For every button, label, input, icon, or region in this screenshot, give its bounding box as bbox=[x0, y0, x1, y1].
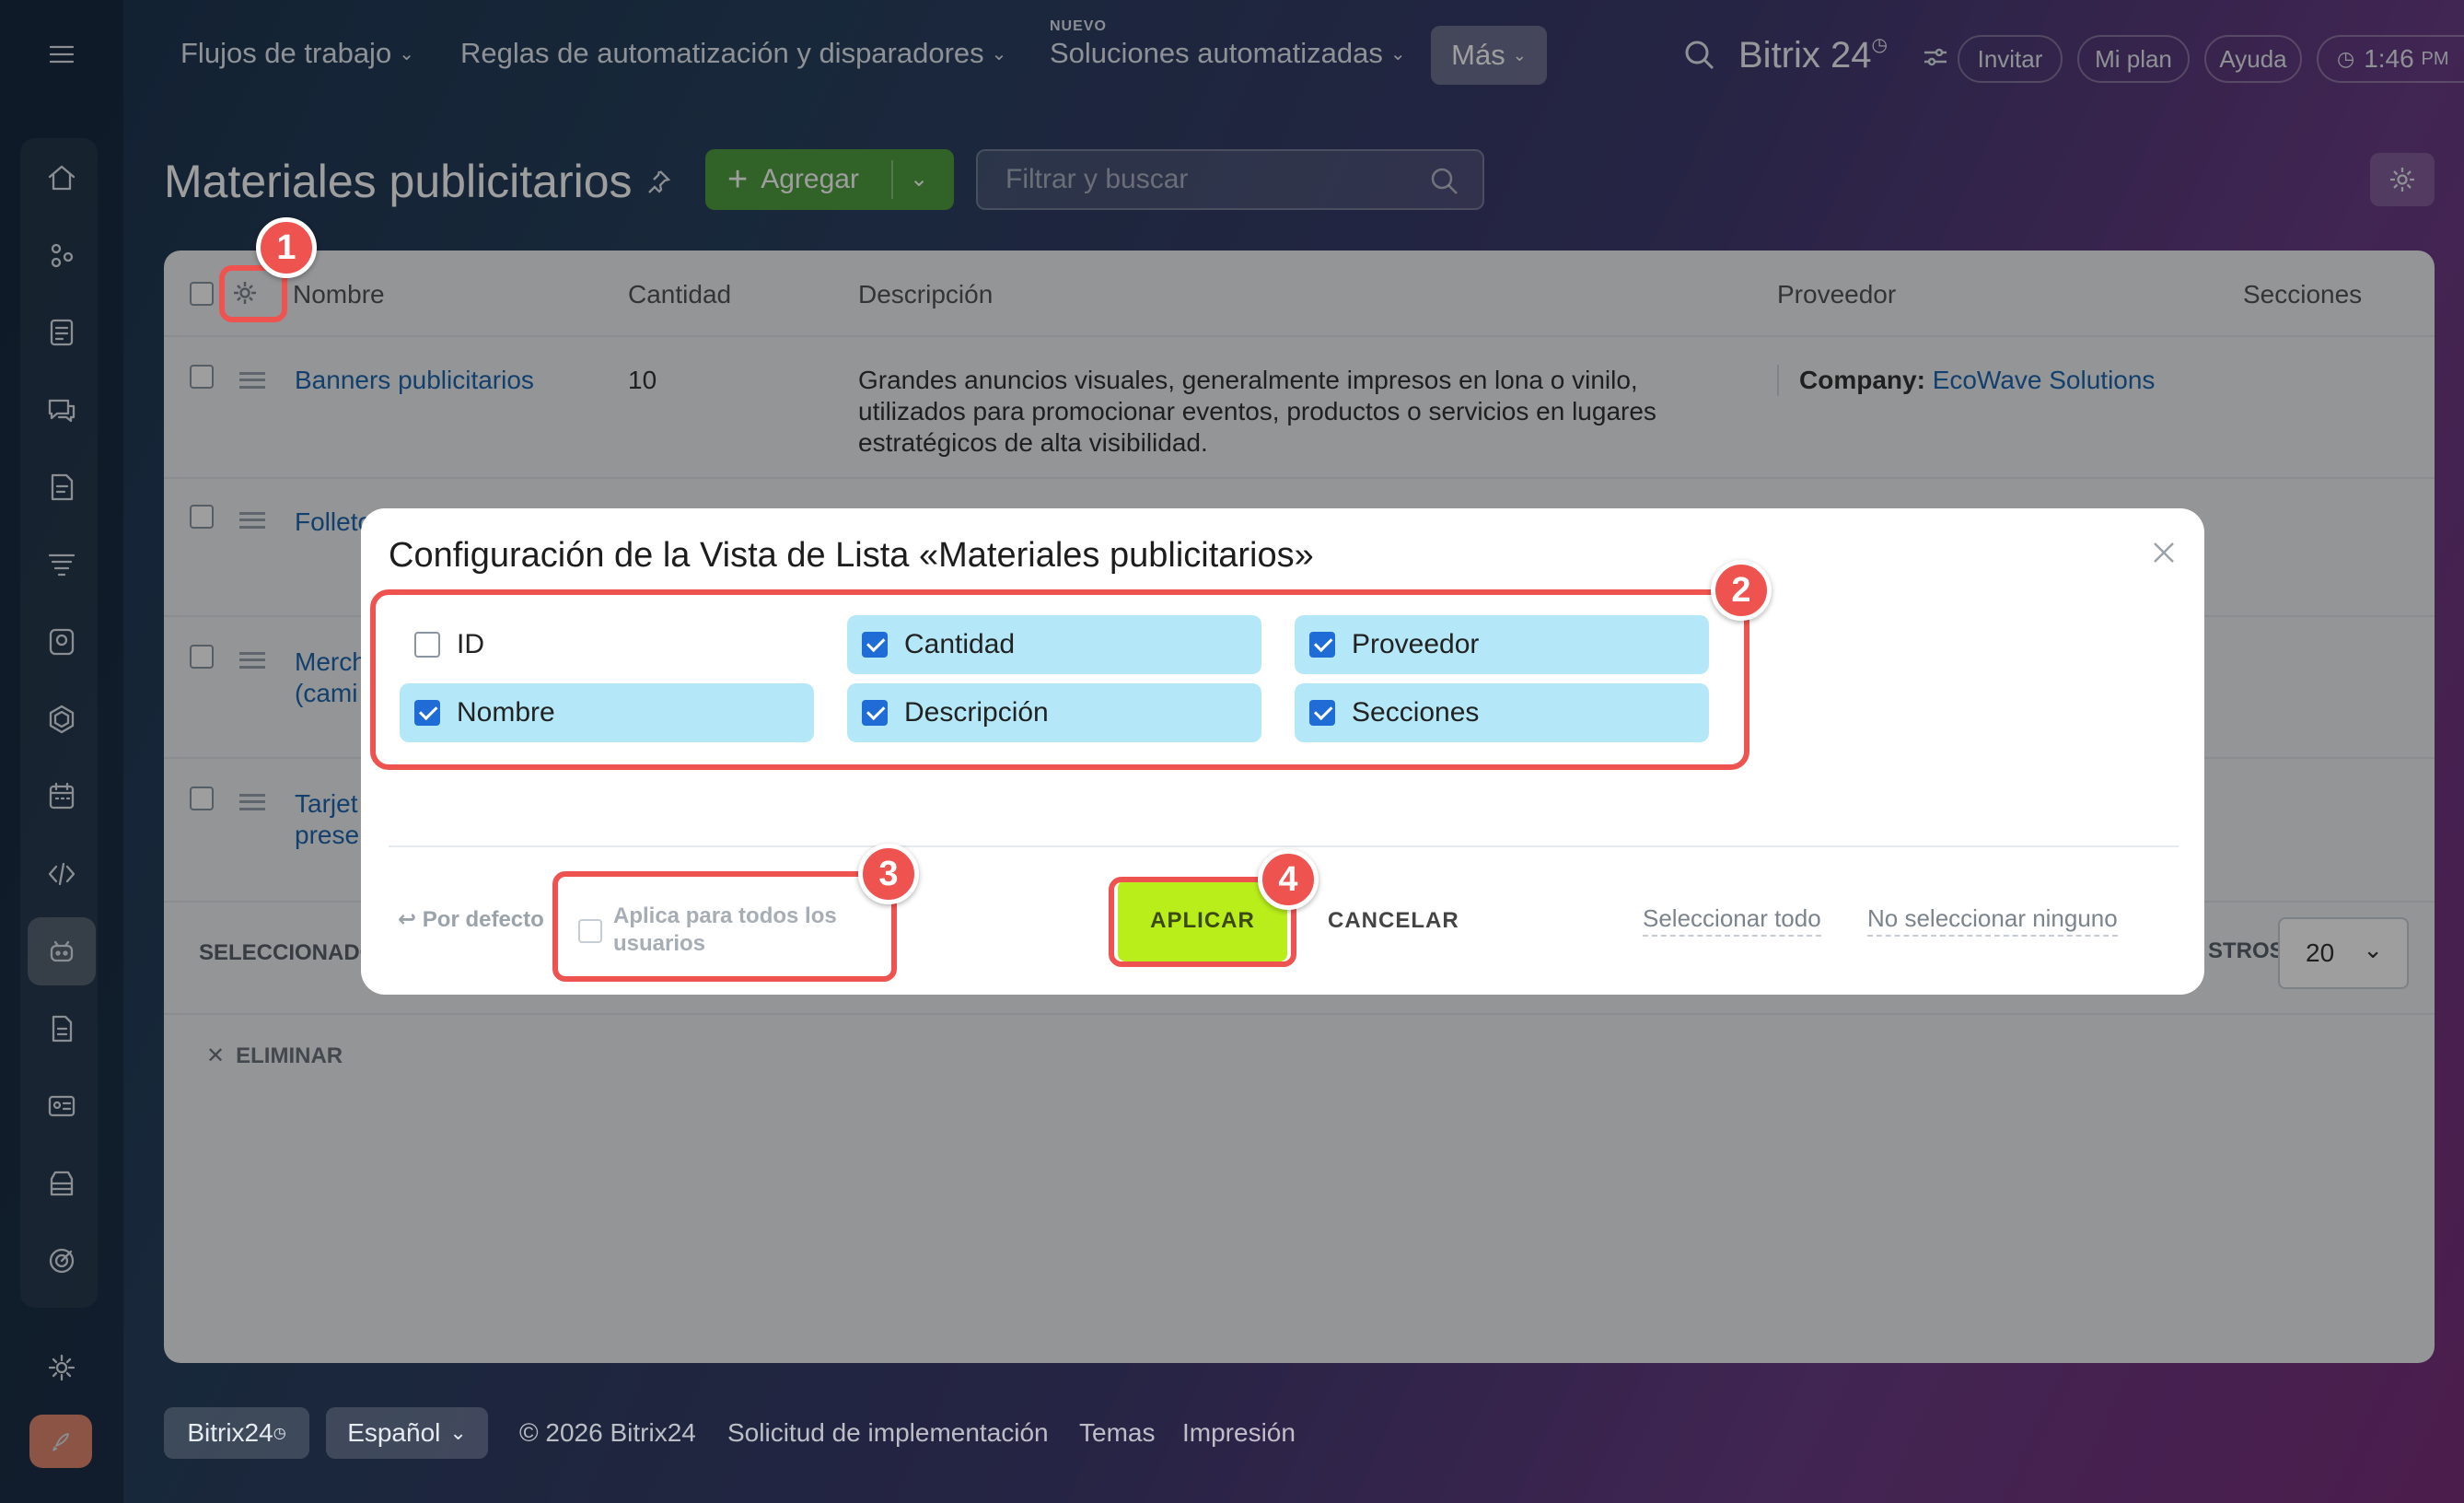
callout-number-1: 1 bbox=[256, 217, 317, 278]
cancel-button[interactable]: CANCELAR bbox=[1328, 908, 1459, 934]
undo-icon: ↩ bbox=[398, 907, 417, 932]
close-icon[interactable] bbox=[2149, 538, 2179, 567]
dialog-title: Configuración de la Vista de Lista «Mate… bbox=[389, 536, 1314, 575]
footer-link-print[interactable]: Impresión bbox=[1182, 1418, 1296, 1448]
callout-box-3 bbox=[552, 871, 897, 982]
chevron-down-icon: ⌄ bbox=[449, 1421, 467, 1444]
divider bbox=[389, 845, 2179, 847]
footer-link-themes[interactable]: Temas bbox=[1079, 1418, 1155, 1448]
footer-link-implementation[interactable]: Solicitud de implementación bbox=[727, 1418, 1049, 1448]
callout-number-2: 2 bbox=[1711, 560, 1772, 621]
footer-brand-button[interactable]: Bitrix24 ◷ bbox=[164, 1407, 309, 1459]
reset-default-button[interactable]: ↩ Por defecto bbox=[398, 906, 544, 933]
select-none-link[interactable]: No seleccionar ninguno bbox=[1867, 904, 2118, 937]
callout-box-2 bbox=[370, 589, 1749, 770]
callout-number-3: 3 bbox=[858, 844, 919, 904]
language-select[interactable]: Español ⌄ bbox=[326, 1407, 488, 1459]
select-all-link[interactable]: Seleccionar todo bbox=[1643, 904, 1821, 937]
footer-copyright: © 2026 Bitrix24 bbox=[519, 1418, 696, 1447]
callout-number-4: 4 bbox=[1258, 849, 1319, 910]
